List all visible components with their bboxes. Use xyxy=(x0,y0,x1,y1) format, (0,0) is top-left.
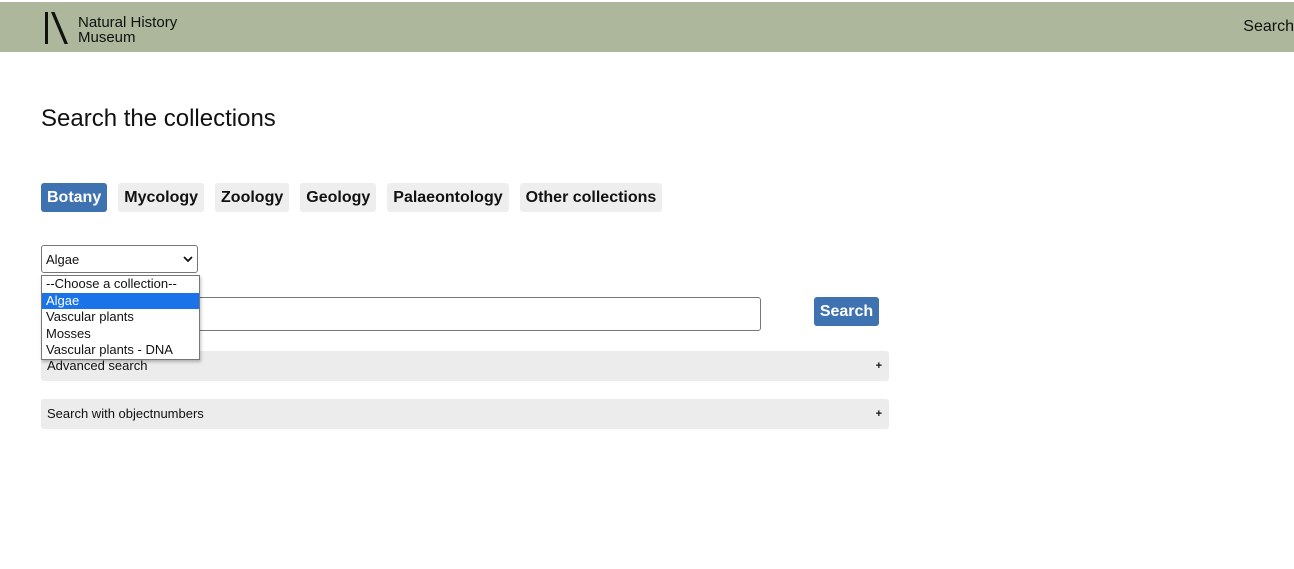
option-vascular-plants[interactable]: Vascular plants xyxy=(42,309,199,326)
museum-logo-text[interactable]: Natural History Museum xyxy=(78,15,177,45)
header-search-link[interactable]: Search xyxy=(1243,18,1294,36)
collection-dropdown-list: --Choose a collection-- Algae Vascular p… xyxy=(41,275,200,360)
option-choose-collection[interactable]: --Choose a collection-- xyxy=(42,276,199,293)
expand-plus-icon: + xyxy=(875,408,882,420)
collection-select[interactable]: Algae xyxy=(41,245,198,273)
tab-botany[interactable]: Botany xyxy=(41,183,108,212)
option-algae[interactable]: Algae xyxy=(42,292,199,309)
tab-zoology[interactable]: Zoology xyxy=(215,183,290,212)
objectnumbers-search-label: Search with objectnumbers xyxy=(47,406,204,421)
museum-logo-icon[interactable] xyxy=(42,10,72,46)
logo-line-1: Natural History xyxy=(78,14,178,31)
option-vascular-plants-dna[interactable]: Vascular plants - DNA xyxy=(42,342,199,359)
logo-line-2: Museum xyxy=(78,29,136,46)
tab-mycology[interactable]: Mycology xyxy=(118,183,205,212)
collection-select-value: Algae xyxy=(46,252,80,267)
option-mosses[interactable]: Mosses xyxy=(42,326,199,343)
page-title: Search the collections xyxy=(41,105,276,132)
site-header: Natural History Museum Search xyxy=(0,2,1294,52)
advanced-search-label: Advanced search xyxy=(47,358,148,373)
objectnumbers-search-toggle[interactable]: Search with objectnumbers + xyxy=(41,399,889,429)
search-button[interactable]: Search xyxy=(814,297,879,326)
chevron-down-icon xyxy=(183,256,193,263)
expand-plus-icon: + xyxy=(875,360,882,372)
tab-palaeontology[interactable]: Palaeontology xyxy=(387,183,509,212)
tab-other-collections[interactable]: Other collections xyxy=(519,183,663,212)
collection-tabs: Botany Mycology Zoology Geology Palaeont… xyxy=(41,183,663,212)
tab-geology[interactable]: Geology xyxy=(300,183,377,212)
